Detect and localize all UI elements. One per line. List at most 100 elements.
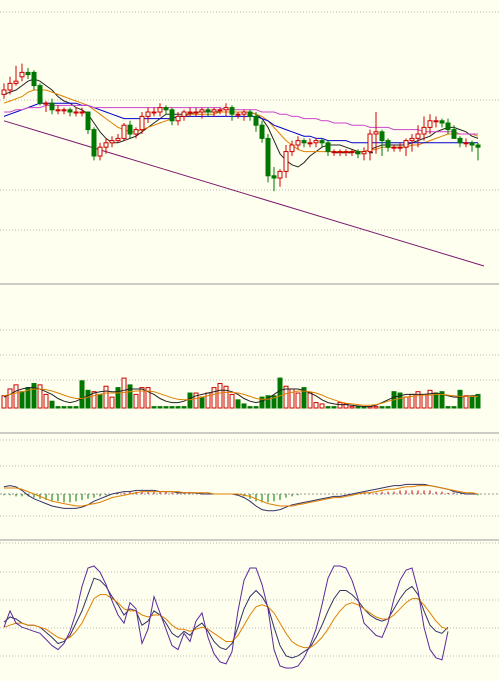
volume-bar (85, 389, 91, 409)
volume-bar (307, 392, 313, 409)
candle-body (229, 107, 235, 115)
candle-body (91, 129, 97, 157)
candle-body (79, 111, 85, 114)
grid-layer (0, 11, 499, 657)
volume-bar (55, 406, 61, 409)
volume-bar (247, 406, 253, 409)
volume-bar (61, 406, 67, 409)
volume-bar (169, 406, 175, 409)
volume-bar (127, 384, 133, 409)
candle-body (451, 129, 457, 139)
candle-body (409, 137, 415, 142)
candle-body (109, 140, 115, 144)
candle-body (55, 109, 61, 112)
moving-average-line (3, 78, 479, 168)
candle-body (157, 107, 163, 113)
candle-body (265, 137, 271, 177)
volume-bar (349, 406, 355, 409)
volume-bar (49, 400, 55, 409)
volume-panel (1, 377, 481, 409)
volume-bar (325, 406, 331, 409)
candle-body (97, 146, 103, 157)
candle-body (37, 85, 43, 104)
candle-body (475, 144, 481, 148)
candle-body (139, 115, 145, 131)
candle-body (187, 111, 193, 114)
volume-bar (187, 392, 193, 409)
volume-bar (67, 406, 73, 409)
candle-body (349, 151, 355, 154)
candle-body (271, 175, 277, 179)
moving-average-line (3, 102, 478, 144)
candle-body (211, 109, 217, 113)
macd-line (3, 483, 478, 512)
volume-bar (463, 395, 469, 409)
candle-body (31, 71, 37, 87)
candle-body (295, 140, 301, 146)
candle-body (61, 109, 67, 112)
candle-body (181, 111, 187, 117)
volume-bar (133, 393, 139, 409)
candle-body (421, 126, 427, 135)
volume-bar (175, 406, 181, 409)
volume-bar (181, 406, 187, 409)
candle-body (457, 137, 463, 144)
candle-body (259, 124, 265, 139)
volume-bar (427, 389, 433, 409)
volume-bar (457, 389, 463, 409)
volume-bar (115, 387, 121, 409)
volume-bar (337, 402, 343, 409)
candle-body (205, 109, 211, 113)
volume-bar (445, 406, 451, 409)
moving-average-line (4, 104, 478, 135)
volume-bar (451, 406, 457, 409)
candle-body (145, 111, 151, 117)
volume-bar (229, 393, 235, 409)
volume-bar (43, 393, 49, 409)
volume-bar (217, 383, 223, 409)
candle-body (25, 71, 31, 76)
candle-body (1, 89, 7, 95)
candle-body (223, 107, 229, 111)
candle-body (169, 109, 175, 122)
candle-body (73, 111, 79, 114)
candle-body (289, 144, 295, 153)
volume-bar (277, 377, 283, 409)
candle-body (343, 151, 349, 154)
candle-body (445, 122, 451, 131)
volume-bar (13, 384, 19, 409)
candle-body (85, 111, 91, 131)
candle-body (319, 140, 325, 144)
volume-bar (109, 396, 115, 409)
candle-body (325, 142, 331, 153)
candle-body (199, 109, 205, 113)
volume-bar (1, 395, 7, 409)
volume-bar (223, 385, 229, 409)
candle-body (241, 111, 247, 115)
candle-body (391, 146, 397, 149)
volume-bar (211, 387, 217, 409)
candle-body (433, 120, 439, 123)
candle-body (235, 113, 241, 116)
candle-body (67, 109, 73, 113)
volume-bar (331, 406, 337, 409)
stock-chart (0, 0, 499, 681)
candle-body (367, 133, 373, 153)
volume-bar (373, 406, 379, 409)
volume-bar (253, 406, 259, 409)
candle-body (163, 107, 169, 111)
volume-bar (295, 392, 301, 409)
candle-body (13, 80, 19, 84)
volume-bar (469, 396, 475, 409)
candle-body (331, 151, 337, 154)
candle-body (469, 142, 475, 146)
candle-body (361, 151, 367, 155)
candle-body (307, 142, 313, 145)
chart-canvas (0, 11, 499, 669)
volume-bar (103, 385, 109, 409)
candle-body (463, 142, 469, 145)
candle-body (439, 120, 445, 124)
candle-body (43, 102, 49, 105)
volume-bar (163, 406, 169, 409)
candle-body (49, 102, 55, 111)
